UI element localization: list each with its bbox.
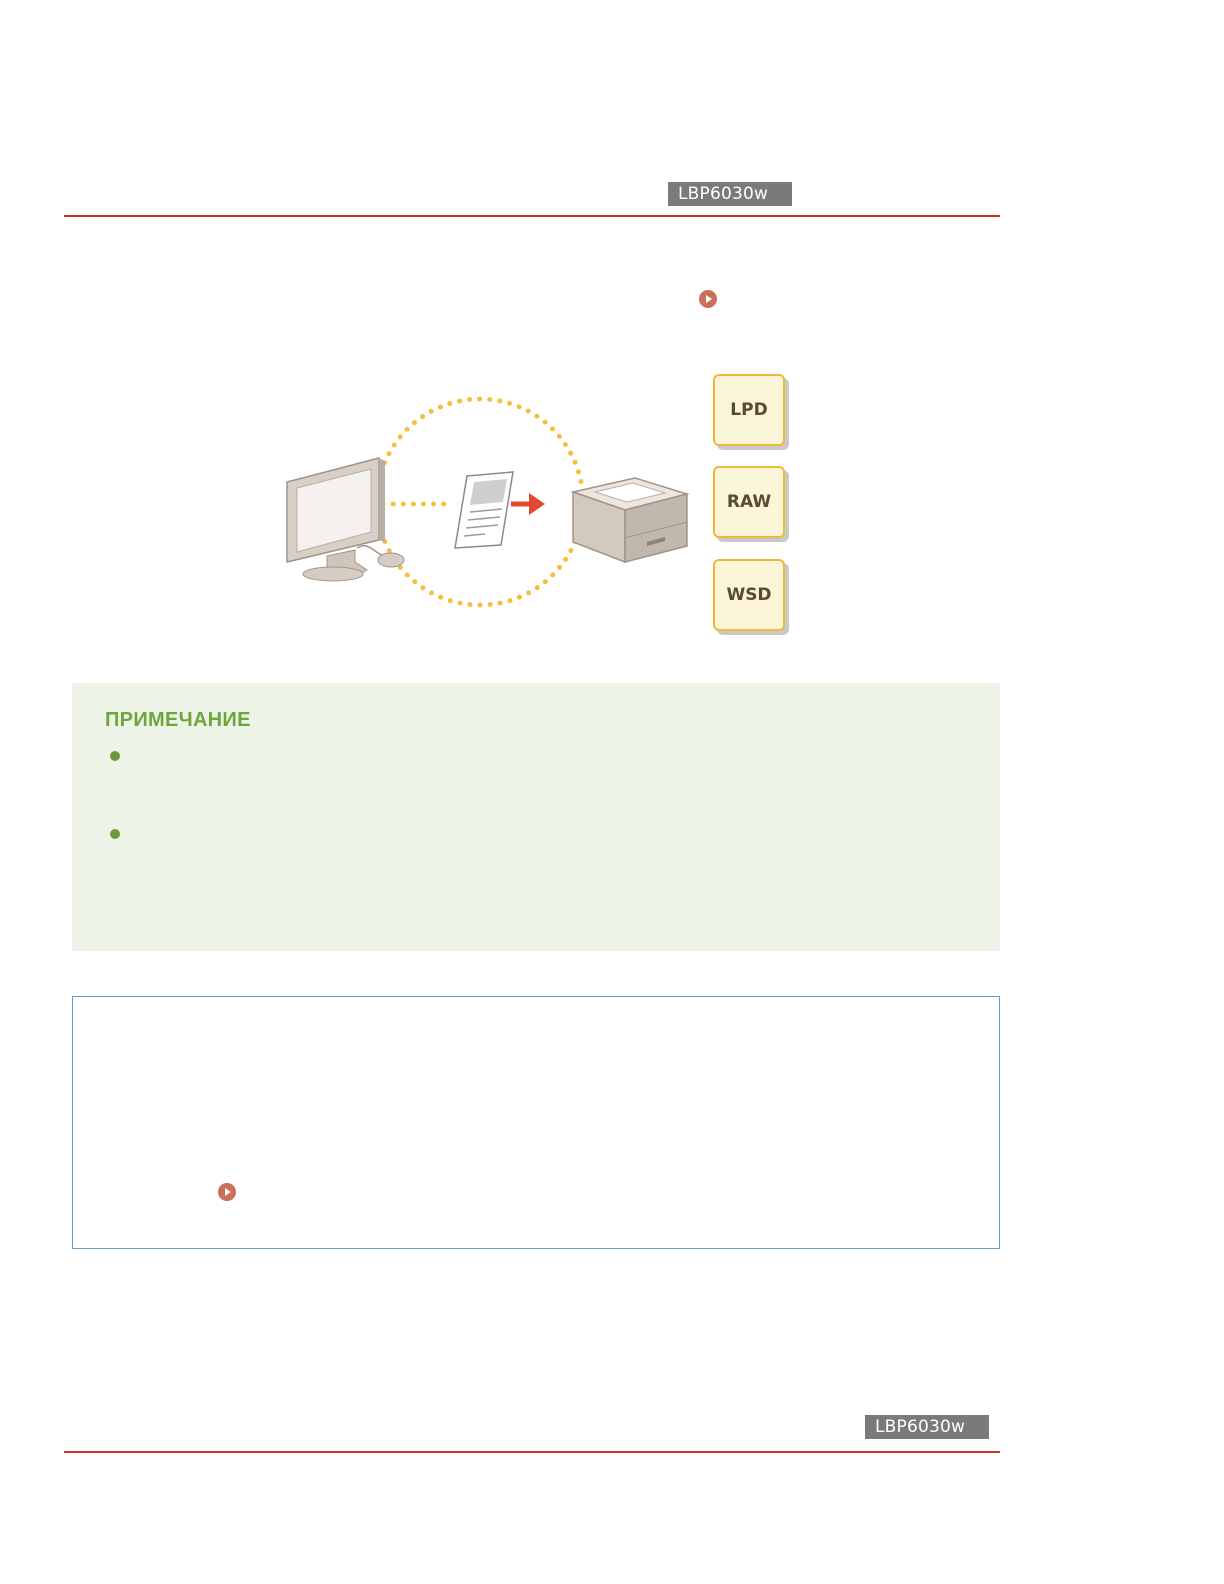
model-badge: LBP6030w [668,182,792,206]
protocol-wsd-badge: WSD [713,559,785,631]
note-bullet-icon [110,829,120,839]
protocol-raw-badge: RAW [713,466,785,538]
note-bullet-icon [110,751,120,761]
note-title: ПРИМЕЧАНИЕ [105,709,251,731]
info-box [72,996,1000,1249]
link-arrow-icon[interactable] [218,1183,236,1201]
model-badge: LBP6030w [865,1415,989,1439]
note-panel: ПРИМЕЧАНИЕ [72,683,1000,951]
send-arrow-icon [511,493,545,515]
protocol-lpd-badge: LPD [713,374,785,446]
document-icon [454,471,514,549]
section-divider [64,1451,1000,1453]
computer-icon [286,457,405,582]
link-arrow-icon[interactable] [699,290,717,308]
section-divider [64,215,1000,217]
printer-icon [570,477,690,564]
